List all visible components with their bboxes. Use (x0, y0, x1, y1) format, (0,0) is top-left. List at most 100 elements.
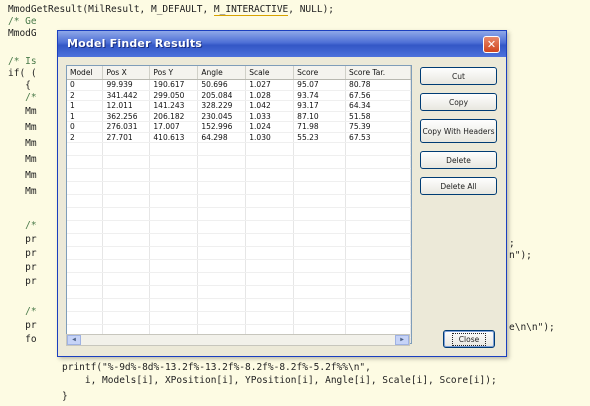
table-cell (67, 155, 104, 169)
table-cell: 1 (67, 100, 104, 112)
column-header[interactable]: Pos Y (149, 66, 199, 80)
table-cell: 1.042 (245, 100, 295, 112)
table-cell (293, 168, 347, 182)
table-cell: 93.17 (293, 100, 347, 112)
table-cell: 27.701 (102, 132, 151, 143)
empty-row (67, 311, 411, 325)
table-row[interactable]: 2 27.701 410.613 64.298 1.030 55.23 67.53 (67, 132, 411, 143)
table-cell (245, 142, 295, 156)
table-cell: 1.024 (245, 121, 295, 133)
table-row[interactable]: 0 276.031 17.007 152.996 1.024 71.98 75.39 (67, 121, 411, 133)
column-header[interactable]: Score (293, 66, 347, 80)
table-cell (149, 142, 199, 156)
empty-row (67, 207, 411, 221)
dialog-titlebar[interactable]: Model Finder Results ✕ (58, 31, 506, 57)
table-cell (293, 207, 347, 221)
code-line: /* Is (8, 56, 37, 67)
table-cell (67, 233, 104, 247)
column-header[interactable]: Score Tar. (345, 66, 411, 80)
copy-with-headers-button[interactable]: Copy With Headers (420, 119, 497, 143)
table-cell: 341.442 (102, 90, 151, 101)
code-line: /* (8, 220, 37, 231)
table-cell (345, 142, 411, 156)
table-cell: 95.07 (293, 79, 347, 91)
delete-button[interactable]: Delete (420, 151, 497, 169)
table-cell (149, 311, 199, 325)
table-cell (102, 194, 151, 208)
code-line: MmodG (8, 28, 37, 39)
code-line: pr (8, 234, 37, 245)
table-cell (149, 168, 199, 182)
table-cell (245, 272, 295, 286)
empty-row (67, 298, 411, 312)
table-cell (293, 142, 347, 156)
table-cell (102, 259, 151, 273)
table-cell (197, 207, 247, 221)
code-line: Mm (8, 170, 37, 181)
table-cell (293, 259, 347, 273)
horizontal-scrollbar[interactable]: ◀ ▶ (66, 334, 410, 346)
table-cell (197, 233, 247, 247)
column-header[interactable]: Pos X (102, 66, 151, 80)
table-row[interactable]: 0 99.939 190.617 50.696 1.027 95.07 80.78 (67, 79, 411, 91)
empty-row (67, 194, 411, 208)
table-cell (345, 168, 411, 182)
results-grid[interactable]: Model Pos X Pos Y Angle Scale Score Score Tar.… (66, 65, 412, 344)
table-cell: 328.229 (197, 100, 247, 112)
empty-row (67, 233, 411, 247)
table-cell: 410.613 (149, 132, 199, 143)
table-cell (197, 155, 247, 169)
table-cell: 75.39 (345, 121, 411, 133)
table-cell: 276.031 (102, 121, 151, 133)
table-cell: 1.030 (245, 132, 295, 143)
table-cell (197, 298, 247, 312)
table-cell: 64.34 (345, 100, 411, 112)
table-cell (67, 194, 104, 208)
close-button[interactable]: Close (443, 330, 495, 348)
table-cell: 64.298 (197, 132, 247, 143)
table-cell: 50.696 (197, 79, 247, 91)
table-cell (245, 298, 295, 312)
empty-row (67, 272, 411, 286)
code-line: Mm (8, 138, 37, 149)
table-cell: 1 (67, 111, 104, 122)
table-cell: 1.033 (245, 111, 295, 122)
table-cell (67, 272, 104, 286)
table-cell (67, 285, 104, 299)
cut-button[interactable]: Cut (420, 67, 497, 85)
table-cell (67, 142, 104, 156)
empty-row (67, 246, 411, 260)
table-cell (102, 246, 151, 260)
table-cell (102, 207, 151, 221)
scroll-right-button[interactable]: ▶ (395, 335, 409, 345)
table-cell (102, 168, 151, 182)
table-cell (149, 194, 199, 208)
table-cell (293, 311, 347, 325)
code-line: } (62, 391, 68, 402)
table-cell (67, 207, 104, 221)
column-header[interactable]: Scale (245, 66, 295, 80)
table-row[interactable]: 1 362.256 206.182 230.045 1.033 87.10 51.58 (67, 111, 411, 122)
column-header[interactable]: Model (67, 66, 104, 80)
table-cell (245, 207, 295, 221)
code-line: Mm (8, 106, 37, 117)
empty-row (67, 155, 411, 169)
table-cell (149, 155, 199, 169)
table-cell (293, 220, 347, 234)
column-header[interactable]: Angle (197, 66, 247, 80)
scroll-left-button[interactable]: ◀ (67, 335, 81, 345)
table-cell: 0 (67, 79, 104, 91)
table-cell (345, 220, 411, 234)
close-icon[interactable]: ✕ (483, 36, 500, 53)
copy-button[interactable]: Copy (420, 93, 497, 111)
table-cell (149, 298, 199, 312)
delete-all-button[interactable]: Delete All (420, 177, 497, 195)
table-row[interactable]: 1 12.011 141.243 328.229 1.042 93.17 64.34 (67, 100, 411, 112)
table-cell (67, 298, 104, 312)
empty-row (67, 168, 411, 182)
table-cell: 51.58 (345, 111, 411, 122)
code-line: printf("%-9d%-8d%-13.2f%-13.2f%-8.2f%-8.… (62, 362, 371, 373)
table-cell (102, 311, 151, 325)
table-cell: 2 (67, 90, 104, 101)
table-row[interactable]: 2 341.442 299.050 205.084 1.028 93.74 67.56 (67, 90, 411, 101)
